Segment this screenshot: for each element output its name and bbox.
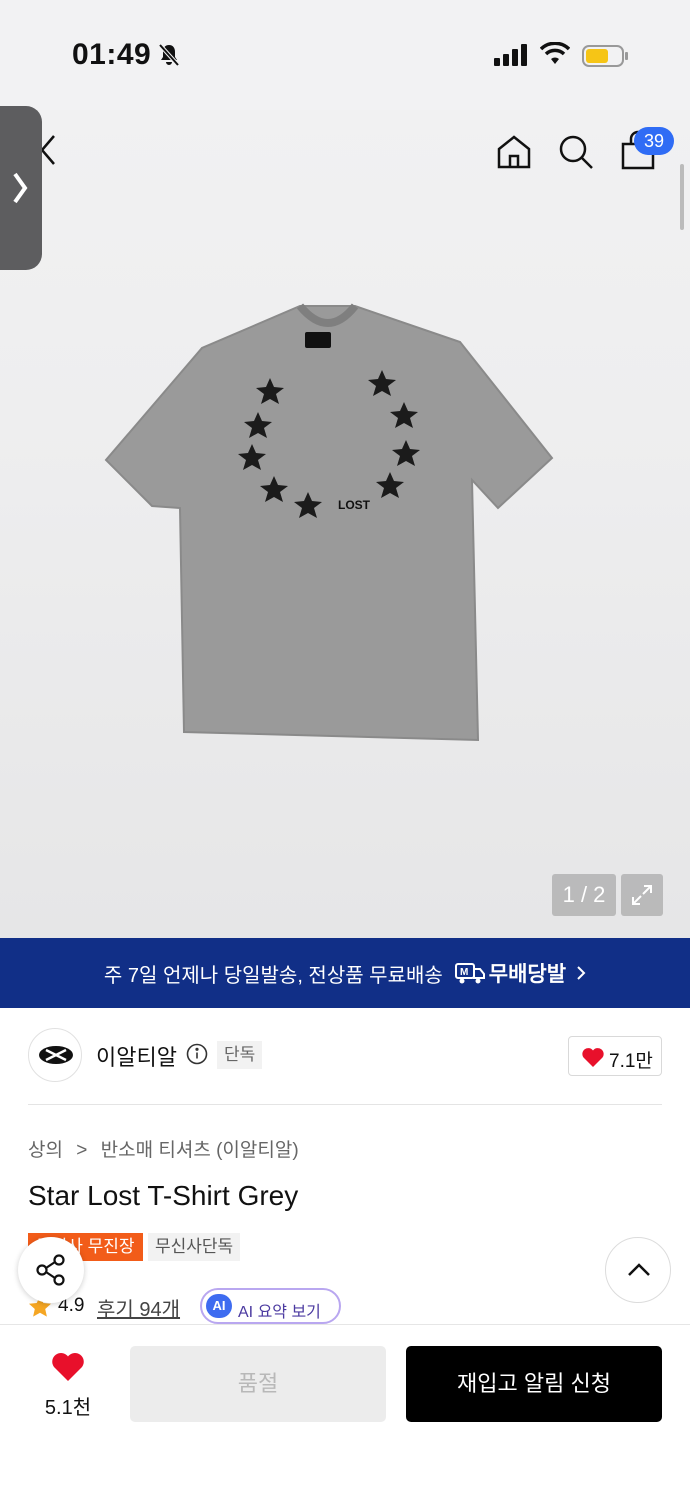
brand-like-count: 7.1만 — [609, 1051, 653, 1072]
brand-logo-icon — [39, 1046, 73, 1064]
silent-bell-icon — [158, 43, 180, 67]
product-image: LOST — [104, 303, 554, 742]
ai-badge: AI — [206, 1294, 232, 1318]
search-icon[interactable] — [556, 132, 596, 172]
product-title: Star Lost T-Shirt Grey — [28, 1180, 299, 1211]
exclusive-tag: 단독 — [217, 1041, 263, 1069]
restock-alert-button[interactable]: 재입고 알림 신청 — [406, 1346, 662, 1422]
bottom-action-bar: 5.1천 품절 재입고 알림 신청 — [0, 1324, 690, 1500]
heart-icon — [52, 1353, 84, 1381]
battery-icon — [582, 45, 628, 67]
breadcrumb: 상의 > 반소매 티셔츠 (이알티알) — [28, 1135, 299, 1162]
soldout-button: 품절 — [130, 1346, 386, 1422]
delivery-truck-icon: M — [454, 963, 485, 984]
image-page-indicator: 1 / 2 — [552, 874, 616, 916]
expand-icon — [632, 885, 652, 905]
top-navigation — [0, 120, 690, 184]
home-icon[interactable] — [494, 132, 534, 172]
ai-summary-button[interactable]: AI AI 요약 보기 — [200, 1288, 341, 1324]
wishlist-count: 5.1천 — [44, 1397, 92, 1419]
svg-text:M: M — [460, 967, 468, 978]
wishlist-button[interactable]: 5.1천 — [40, 1351, 96, 1420]
banner-text: 주 7일 언제나 당일발송, 전상품 무료배송 — [103, 964, 443, 987]
brand-name[interactable]: 이알티알 — [96, 1040, 177, 1072]
chevron-right-icon — [13, 172, 28, 204]
exclusive-store-tag: 무신사단독 — [148, 1233, 241, 1261]
cellular-signal-icon — [494, 44, 527, 66]
brand-like-button[interactable]: 7.1만 — [568, 1036, 662, 1076]
banner-brand: 무배당발 — [488, 963, 567, 986]
brand-logo[interactable] — [28, 1028, 82, 1082]
divider — [28, 1104, 662, 1105]
share-icon — [36, 1254, 65, 1286]
status-bar: 01:49 — [0, 0, 690, 110]
side-panel-tab[interactable] — [0, 106, 42, 270]
chevron-up-icon — [628, 1263, 650, 1276]
heart-icon — [582, 1048, 604, 1067]
breadcrumb-separator: > — [76, 1140, 88, 1161]
review-count-link[interactable]: 후기 94개 — [97, 1293, 180, 1322]
info-icon[interactable] — [186, 1043, 208, 1065]
breadcrumb-item[interactable]: 반소매 티셔츠 (이알티알) — [101, 1140, 299, 1161]
scroll-indicator — [680, 164, 684, 230]
print-text: LOST — [338, 498, 371, 512]
cart-count-badge: 39 — [634, 127, 674, 155]
scroll-to-top-button[interactable] — [605, 1237, 671, 1303]
status-time: 01:49 — [72, 38, 152, 71]
delivery-banner[interactable]: 주 7일 언제나 당일발송, 전상품 무료배송 M 무배당발 — [0, 938, 690, 1008]
expand-image-button[interactable] — [621, 874, 663, 916]
breadcrumb-item[interactable]: 상의 — [28, 1140, 63, 1161]
chevron-right-icon — [577, 966, 586, 980]
ai-summary-label: AI 요약 보기 — [238, 1304, 321, 1321]
wifi-icon — [540, 42, 570, 64]
share-button[interactable] — [18, 1237, 84, 1303]
